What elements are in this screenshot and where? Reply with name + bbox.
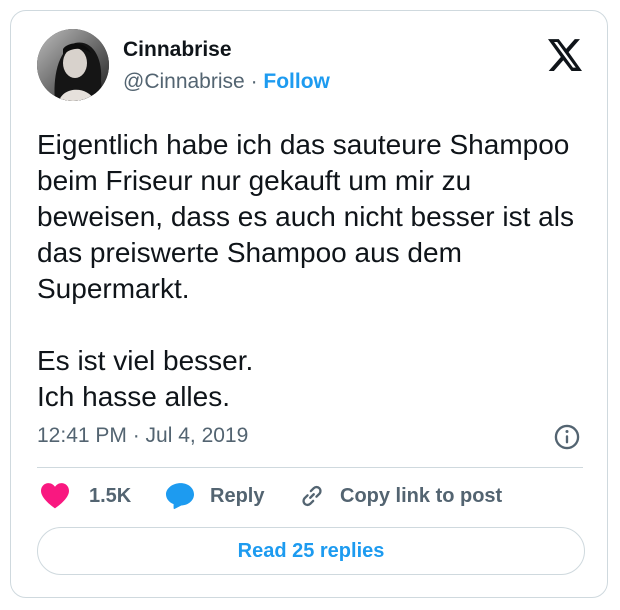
tweet-text: Eigentlich habe ich das sauteure Shampoo… bbox=[37, 127, 597, 415]
reply-label: Reply bbox=[210, 484, 265, 507]
divider bbox=[37, 467, 583, 468]
x-logo-icon[interactable] bbox=[548, 39, 582, 71]
read-replies-button[interactable]: Read 25 replies bbox=[37, 527, 585, 575]
author-display-name[interactable]: Cinnabrise bbox=[123, 38, 232, 62]
reply-bubble-icon bbox=[166, 483, 194, 509]
tweet-line: Es ist viel besser. bbox=[37, 345, 254, 376]
reply-button[interactable]: Reply bbox=[166, 481, 264, 511]
avatar[interactable] bbox=[37, 29, 109, 101]
read-replies-label: Read 25 replies bbox=[237, 539, 385, 562]
link-icon bbox=[298, 482, 326, 510]
author-handle-row: @Cinnabrise · Follow bbox=[123, 70, 330, 94]
like-button[interactable]: 1.5K bbox=[41, 481, 131, 511]
copy-link-label: Copy link to post bbox=[340, 484, 503, 507]
info-icon[interactable] bbox=[553, 423, 581, 451]
separator-dot: · bbox=[250, 70, 258, 93]
tweet-paragraph: Eigentlich habe ich das sauteure Shampoo… bbox=[37, 129, 574, 304]
avatar-image bbox=[37, 29, 109, 101]
like-count: 1.5K bbox=[89, 484, 132, 507]
copy-link-button[interactable]: Copy link to post bbox=[298, 481, 502, 511]
tweet-card: Cinnabrise @Cinnabrise · Follow Eigentli… bbox=[10, 10, 608, 598]
author-handle[interactable]: @Cinnabrise bbox=[123, 70, 245, 93]
heart-icon bbox=[41, 483, 69, 509]
follow-button[interactable]: Follow bbox=[263, 70, 330, 93]
tweet-timestamp[interactable]: 12:41 PM · Jul 4, 2019 bbox=[37, 424, 248, 448]
tweet-line: Ich hasse alles. bbox=[37, 381, 230, 412]
